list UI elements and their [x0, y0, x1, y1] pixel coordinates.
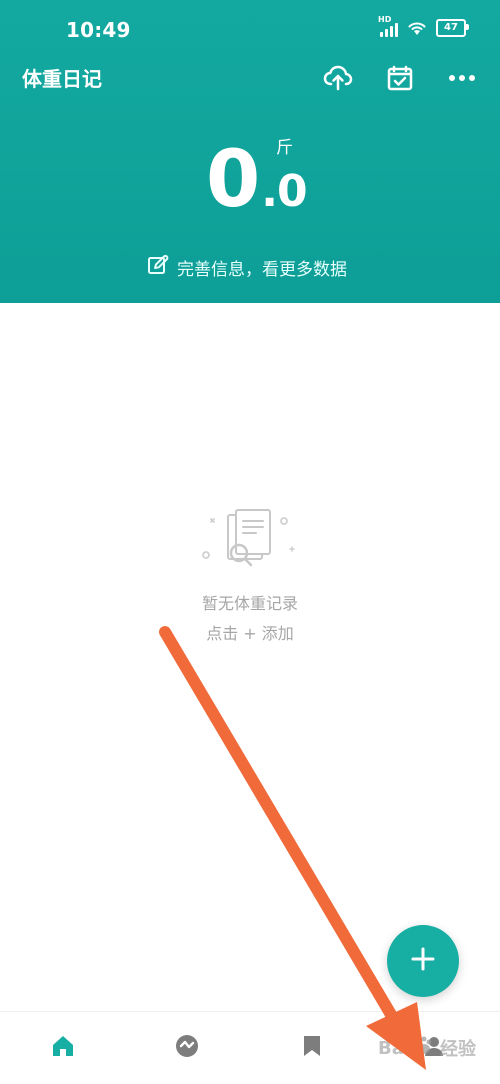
empty-hint: 点击 + 添加: [206, 624, 294, 643]
status-bar: 10:49 HD 47: [0, 0, 500, 60]
page-title: 体重日记: [22, 67, 102, 91]
calendar-check-icon[interactable]: [382, 60, 418, 96]
complete-info-text: 完善信息，看更多数据: [177, 260, 347, 280]
weight-decimal: .0: [261, 166, 307, 217]
edit-icon: [147, 254, 169, 281]
empty-title: 暂无体重记录: [201, 594, 298, 613]
more-icon[interactable]: [444, 60, 480, 96]
complete-info-link[interactable]: 完善信息，看更多数据: [147, 254, 347, 281]
header-actions: [320, 60, 480, 96]
watermark-suffix: 经验: [440, 1039, 477, 1060]
header: 10:49 HD 47 体重日记 斤 0 .0 完善信息，看更多数据: [0, 0, 500, 303]
cloud-upload-icon[interactable]: [320, 60, 356, 96]
trend-icon: [174, 1033, 200, 1063]
home-icon: [50, 1034, 76, 1062]
empty-records-icon: [200, 505, 300, 577]
wifi-icon: [406, 20, 428, 36]
signal-icon: HD: [378, 15, 398, 37]
nav-trend[interactable]: [167, 1028, 207, 1068]
baidu-watermark: Bai 经验: [378, 1035, 476, 1061]
battery-icon: 47: [436, 19, 469, 37]
weight-display: 0 .0: [206, 135, 308, 225]
battery-level: 47: [444, 22, 458, 33]
paw-icon: [414, 1036, 436, 1061]
weight-integer: 0: [206, 135, 260, 225]
status-icons: HD 47: [378, 15, 469, 37]
nav-bookmark[interactable]: [292, 1028, 332, 1068]
plus-icon: [410, 946, 436, 976]
status-time: 10:49: [66, 18, 131, 42]
nav-home[interactable]: [43, 1028, 83, 1068]
watermark-text: Bai: [378, 1037, 411, 1059]
network-badge: HD: [378, 15, 392, 24]
bookmark-icon: [301, 1034, 323, 1062]
add-record-button[interactable]: [387, 925, 459, 997]
